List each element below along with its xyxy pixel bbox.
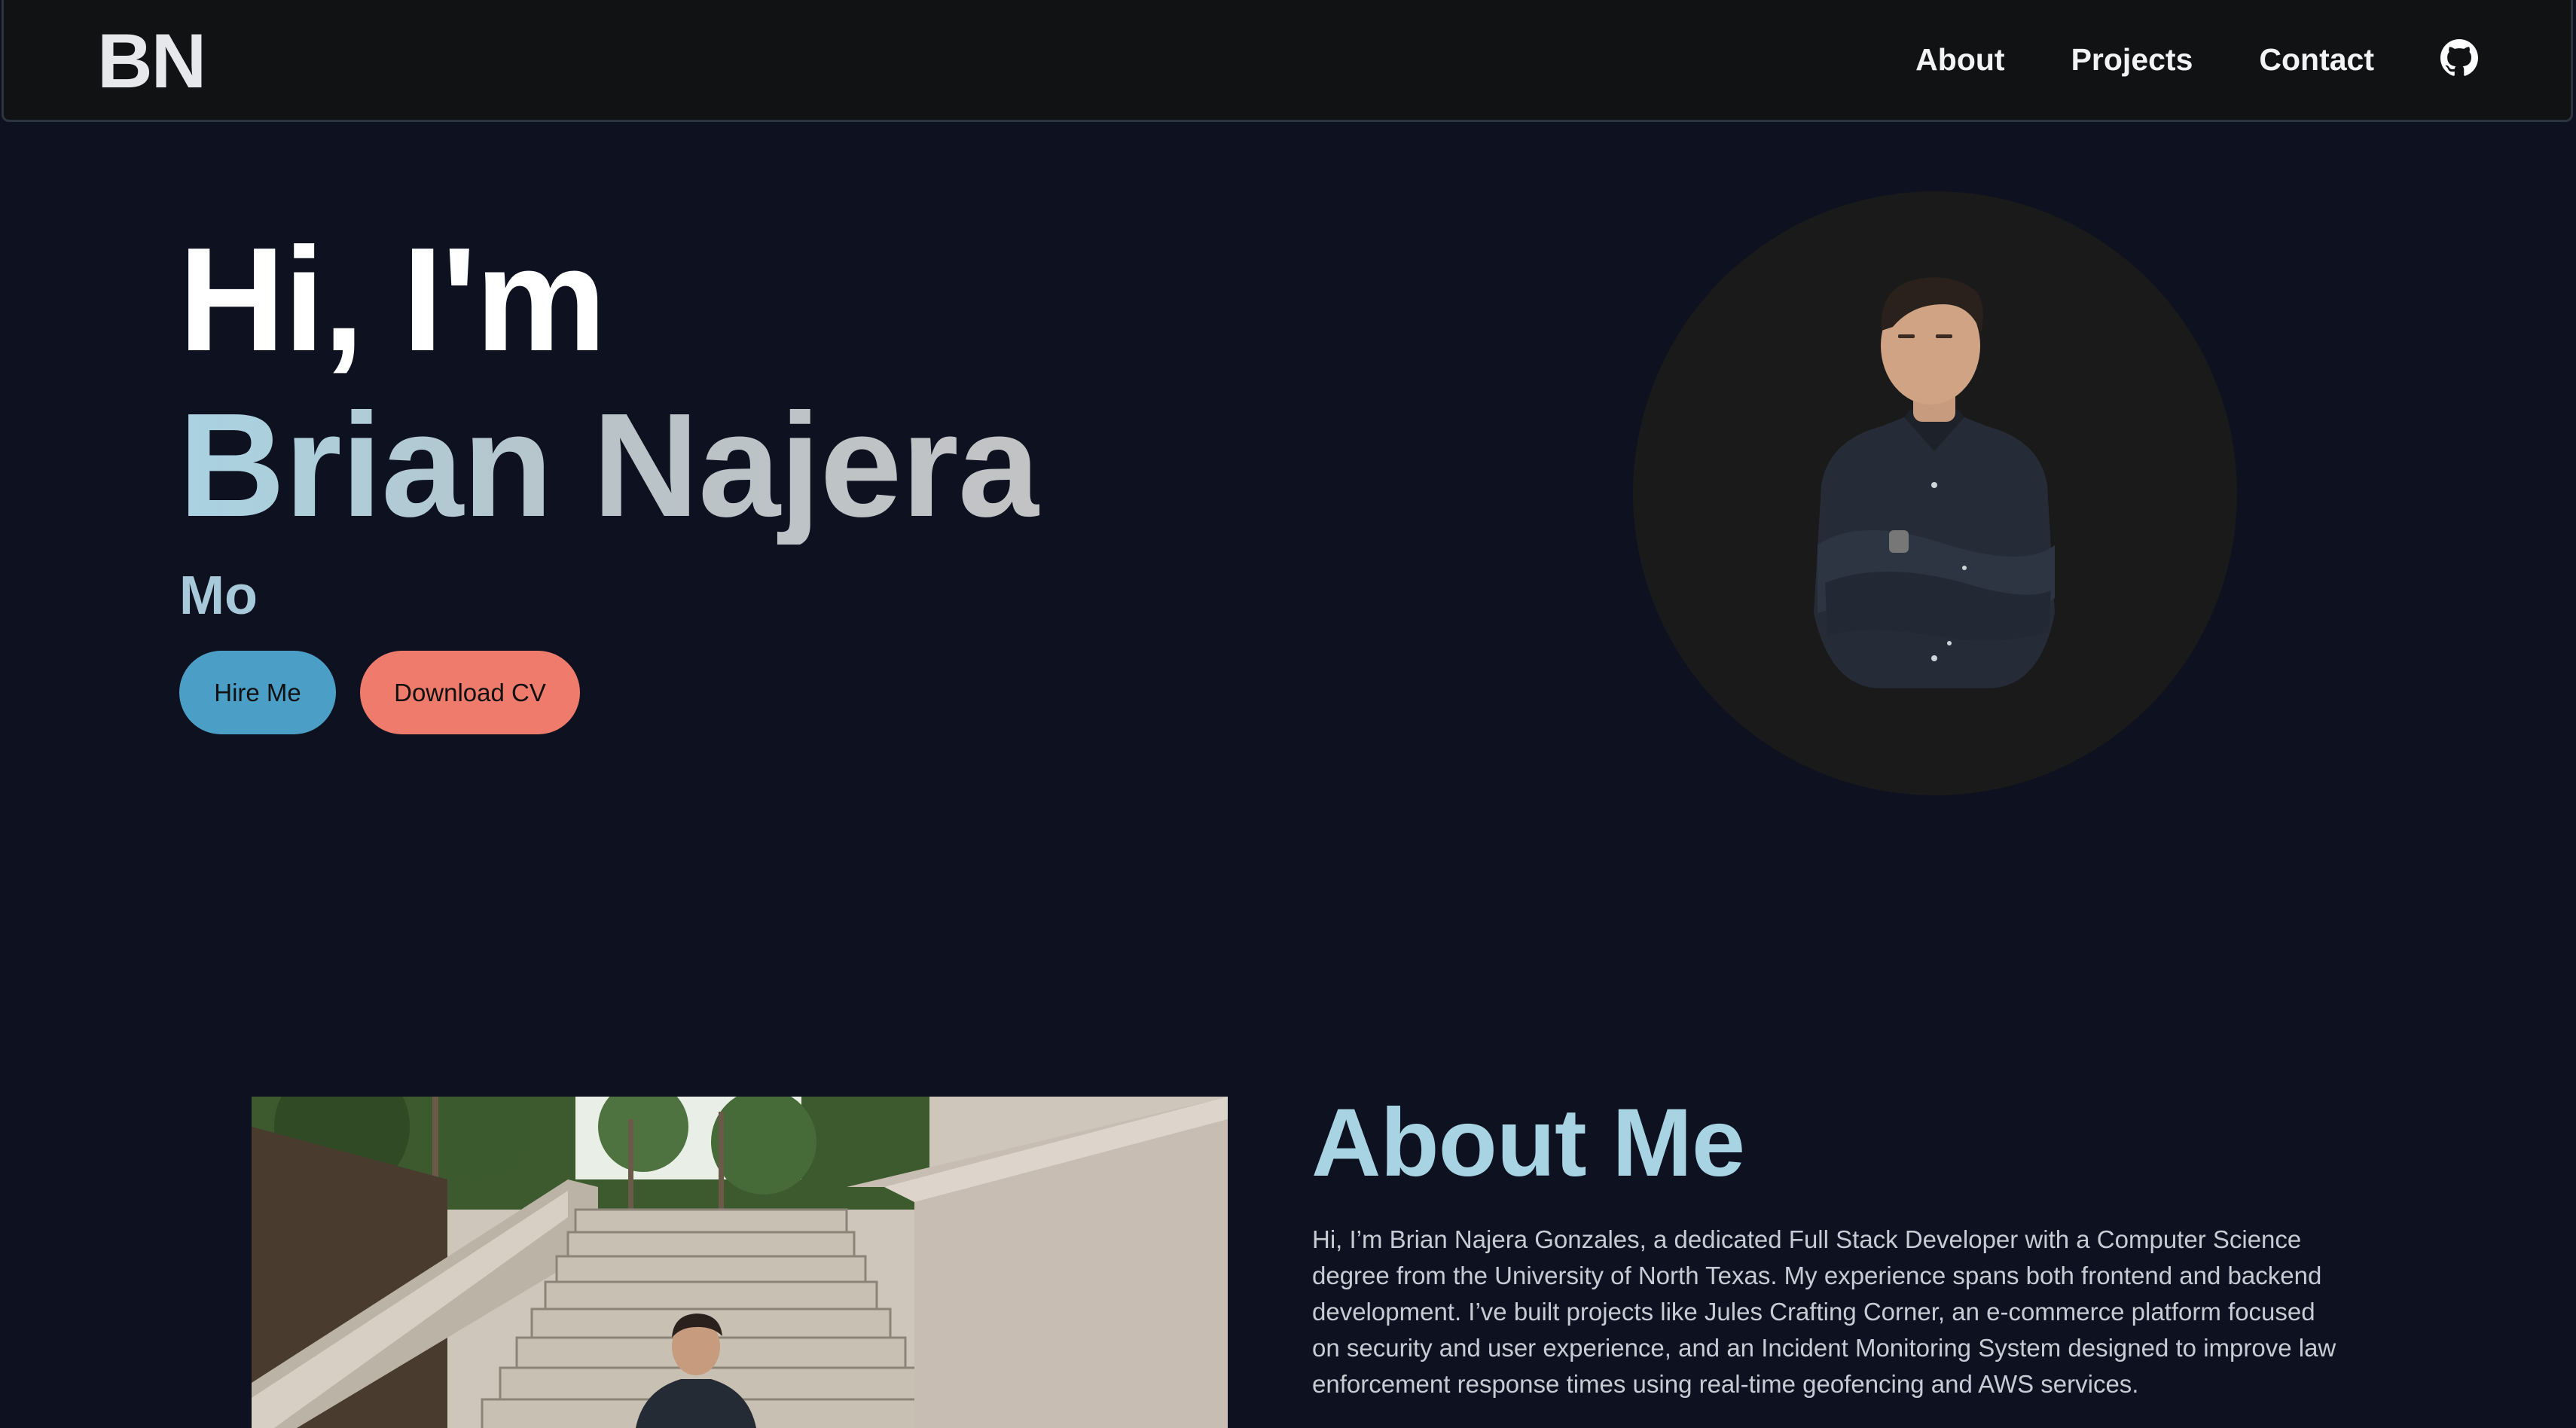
hero-greeting: Hi, I'm bbox=[179, 217, 606, 382]
nav-link-projects[interactable]: Projects bbox=[2071, 42, 2193, 78]
download-cv-button[interactable]: Download CV bbox=[360, 651, 580, 734]
nav-link-about[interactable]: About bbox=[1915, 42, 2004, 78]
profile-photo bbox=[1814, 277, 2055, 688]
logo[interactable]: BN bbox=[97, 20, 206, 102]
about-photo bbox=[252, 1097, 1228, 1428]
nav-link-contact[interactable]: Contact bbox=[2259, 42, 2374, 78]
hire-me-button[interactable]: Hire Me bbox=[179, 651, 336, 734]
nav-links: About Projects Contact bbox=[1915, 0, 2571, 120]
github-icon[interactable] bbox=[2440, 38, 2478, 77]
profile-avatar bbox=[1633, 191, 2237, 795]
about-paragraph: Hi, I’m Brian Najera Gonzales, a dedicat… bbox=[1312, 1225, 2336, 1398]
about-text: Hi, I’m Brian Najera Gonzales, a dedicat… bbox=[1312, 1222, 2336, 1411]
navbar: BN About Projects Contact bbox=[2, 0, 2573, 122]
hero-name: Brian Najera bbox=[179, 383, 1040, 548]
about-photo-image bbox=[252, 1097, 1228, 1428]
hero-typing-text: Mo bbox=[179, 566, 258, 626]
about-title: About Me bbox=[1311, 1089, 1745, 1197]
